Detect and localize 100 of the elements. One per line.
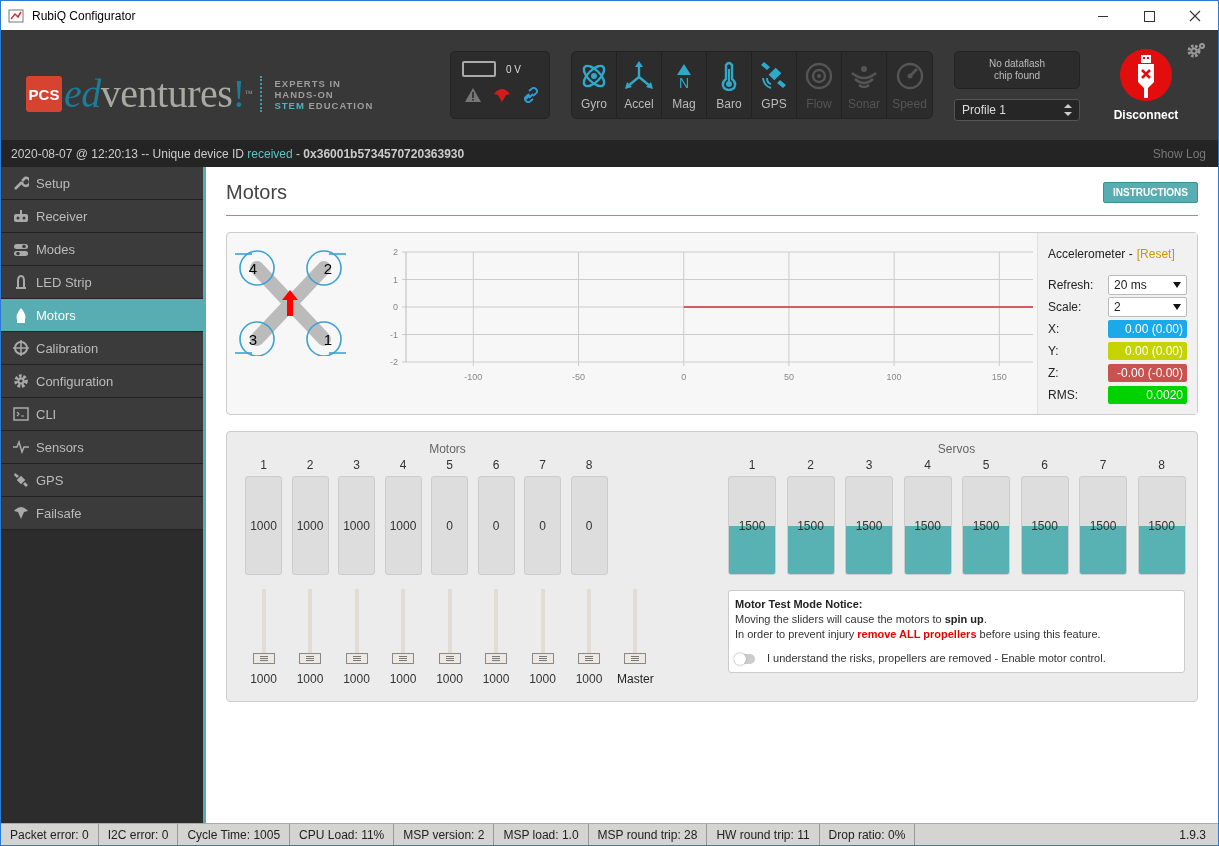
servo-meter: 1500 [1137, 476, 1186, 575]
slider-handle[interactable] [252, 653, 275, 664]
slider-value: 1000 [296, 672, 324, 686]
slider-handle[interactable] [485, 653, 507, 664]
dropdown[interactable]: 20 ms [1108, 275, 1187, 295]
slider-handle[interactable] [345, 653, 368, 664]
axis-tick-label: 50 [783, 372, 794, 382]
channel-number: 8 [585, 458, 593, 474]
axis-tick-label: 1 [393, 274, 398, 285]
status-item: I2C error: 0 [98, 824, 179, 845]
receiver-icon [13, 208, 29, 224]
reading-label: Y: [1048, 344, 1059, 358]
slider-value: 1000 [482, 672, 510, 686]
motor-meter: 0 [431, 476, 468, 575]
slider-handle[interactable] [531, 653, 554, 664]
sidebar-item[interactable]: Failsafe [1, 497, 203, 530]
accelerometer-title: Accelerometer - [1048, 247, 1133, 261]
logo-badge: PCS [26, 76, 62, 112]
logo-tagline: HANDS-ON [274, 88, 335, 100]
slider-value: 1000 [575, 672, 603, 686]
grip-icon [585, 656, 593, 661]
sidebar-item[interactable]: LED Strip [1, 266, 203, 299]
channel-number: 1 [748, 458, 756, 474]
axes-icon [624, 61, 654, 91]
sensor-indicator: N Mag [662, 52, 707, 118]
sidebar-item[interactable]: Sensors [1, 431, 203, 464]
axis-tick-label: 0 [393, 302, 398, 312]
grip-icon [259, 656, 268, 661]
slider-handle[interactable] [299, 653, 321, 664]
slider-handle[interactable] [392, 653, 414, 664]
servo-meter: 1500 [786, 476, 835, 575]
sidebar-item[interactable]: Modes [1, 233, 203, 266]
sidebar-item[interactable]: CLI [1, 398, 203, 431]
version-label: 1.9.3 [1179, 827, 1207, 842]
slider-value: 1000 [389, 672, 417, 686]
show-log-link[interactable]: Show Log [1152, 146, 1206, 161]
channel-number: 6 [492, 458, 500, 474]
slider-handle[interactable] [624, 653, 647, 664]
reading-label: Z: [1048, 366, 1059, 380]
notice-text: Moving the sliders will cause the motors to spin up. [735, 612, 988, 627]
axis-tick-label: -2 [390, 357, 398, 367]
status-item: Drop ratio: 0% [819, 824, 916, 845]
motor-number: 1 [323, 331, 333, 348]
servo-meter: 1500 [903, 476, 952, 575]
toggle-label: I understand the risks, propellers are removed - Enable motor control. [767, 651, 1106, 666]
usb-plug-icon [1119, 48, 1173, 102]
channel-number: 1 [260, 458, 267, 474]
slider-value: 1000 [436, 672, 463, 686]
sidebar-item[interactable]: Receiver [1, 200, 203, 233]
disconnect-button[interactable]: Disconnect [1111, 48, 1181, 122]
notice-text: In order to prevent injury remove ALL propellers before using this feature. [735, 627, 1102, 642]
updown-icon [1064, 104, 1072, 116]
reading-value: 0.0020 [1108, 386, 1187, 404]
reading-value: 0.00 (0.00) [1108, 342, 1187, 360]
sidebar-item[interactable]: GPS [1, 464, 203, 497]
grip-icon [445, 656, 454, 661]
grip-icon [538, 656, 547, 661]
field-label: Refresh: [1048, 278, 1094, 292]
motor-number: 4 [248, 260, 258, 277]
status-item: MSP round trip: 28 [588, 824, 708, 845]
servo-meter: 1500 [962, 476, 1010, 575]
channel-number: 3 [353, 458, 360, 474]
motor-meter: 1000 [384, 476, 422, 575]
satellite-icon [759, 61, 789, 91]
grip-icon [399, 656, 407, 661]
status-item: MSP version: 2 [394, 824, 495, 845]
settings-icon[interactable] [1186, 42, 1206, 58]
servo-meter: 1500 [728, 476, 776, 575]
sidebar-item[interactable]: Configuration [1, 365, 203, 398]
gauge-icon [894, 61, 925, 91]
battery-icon [462, 61, 496, 77]
toggle-switch[interactable] [735, 653, 755, 664]
status-item: HW round trip: 11 [707, 824, 820, 845]
terminal-icon [13, 406, 29, 422]
sidebar-item[interactable]: Setup [1, 167, 203, 200]
logo-tagline: EXPERTS IN [274, 77, 342, 89]
channel-number: 2 [306, 458, 314, 474]
axis-tick-label: -1 [390, 329, 398, 340]
slider-value: 1000 [250, 672, 277, 686]
motor-meter: 0 [524, 476, 561, 575]
sensor-indicator: Gyro [572, 52, 617, 118]
motor-meter: 1000 [245, 476, 282, 575]
window-title: RubiQ Configurator [32, 8, 137, 23]
master-label: Master [617, 672, 654, 686]
sidebar-item[interactable]: Calibration [1, 332, 203, 365]
toggle-icon [13, 241, 29, 257]
page-title: Motors [226, 180, 288, 204]
sensor-indicator: GPS [752, 52, 797, 118]
dropdown[interactable]: 2 [1108, 297, 1187, 317]
status-item: Cycle Time: 1005 [178, 824, 291, 845]
profile-select[interactable]: Profile 1 [954, 99, 1080, 121]
axis-tick-label: 0 [681, 372, 687, 382]
app-icon [8, 7, 24, 24]
slider-handle[interactable] [438, 653, 461, 664]
motor-meter: 0 [477, 476, 515, 575]
lamp-icon [13, 274, 29, 290]
axis-tick-label: 2 [393, 247, 398, 257]
sensor-indicator: Accel [617, 52, 662, 118]
motor-number: 2 [323, 260, 333, 277]
slider-handle[interactable] [578, 653, 600, 664]
